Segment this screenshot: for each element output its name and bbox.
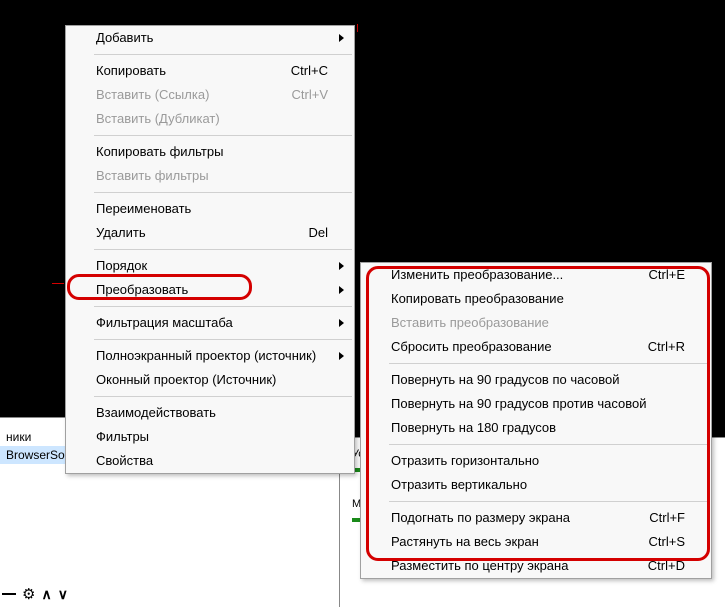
transform-submenu: Изменить преобразование... Ctrl+E Копирова…: [360, 262, 712, 579]
menu-item[interactable]: Копировать Ctrl+C: [66, 59, 354, 83]
menu-item[interactable]: Взаимодействовать: [66, 401, 354, 425]
menu-item-label: Растянуть на весь экран: [391, 533, 539, 551]
menu-item-label: Добавить: [96, 29, 153, 47]
submenu-item[interactable]: Повернуть на 90 градусов против часовой: [361, 392, 711, 416]
menu-item-shortcut: Ctrl+C: [291, 62, 328, 80]
menu-separator: [94, 192, 352, 193]
menu-item-label: Копировать: [96, 62, 166, 80]
menu-item-label: Подогнать по размеру экрана: [391, 509, 570, 527]
menu-item-label: Изменить преобразование...: [391, 266, 563, 284]
submenu-item[interactable]: Сбросить преобразование Ctrl+R: [361, 335, 711, 359]
menu-separator: [94, 339, 352, 340]
menu-item-label: Сбросить преобразование: [391, 338, 552, 356]
annotation-tick: [52, 283, 64, 284]
menu-item[interactable]: Порядок: [66, 254, 354, 278]
menu-item-shortcut: Ctrl+S: [649, 533, 685, 551]
sources-toolbar: [2, 585, 68, 603]
menu-item[interactable]: Вставить (Ссылка) Ctrl+V: [66, 83, 354, 107]
menu-item-shortcut: Ctrl+D: [648, 557, 685, 575]
menu-item-label: Повернуть на 180 градусов: [391, 419, 556, 437]
submenu-item[interactable]: Повернуть на 180 градусов: [361, 416, 711, 440]
menu-item-shortcut: Ctrl+E: [649, 266, 685, 284]
menu-item-label: Разместить по центру экрана: [391, 557, 568, 575]
menu-separator: [389, 501, 709, 502]
submenu-item[interactable]: Разместить по центру экрана Ctrl+D: [361, 554, 711, 578]
menu-item[interactable]: Свойства: [66, 449, 354, 473]
submenu-item[interactable]: Растянуть на весь экран Ctrl+S: [361, 530, 711, 554]
menu-separator: [389, 444, 709, 445]
menu-item-label: Копировать фильтры: [96, 143, 223, 161]
menu-item[interactable]: Вставить фильтры: [66, 164, 354, 188]
menu-item-label: Повернуть на 90 градусов против часовой: [391, 395, 647, 413]
menu-item[interactable]: Преобразовать: [66, 278, 354, 302]
menu-item-label: Преобразовать: [96, 281, 188, 299]
menu-item-label: Оконный проектор (Источник): [96, 371, 276, 389]
menu-item-shortcut: Ctrl+R: [648, 338, 685, 356]
context-menu: Добавить Копировать Ctrl+C Вставить (Ссылка…: [65, 25, 355, 474]
menu-item[interactable]: Фильтры: [66, 425, 354, 449]
menu-item[interactable]: Вставить (Дубликат): [66, 107, 354, 131]
menu-separator: [94, 249, 352, 250]
submenu-item[interactable]: Повернуть на 90 градусов по часовой: [361, 368, 711, 392]
submenu-item[interactable]: Копировать преобразование: [361, 287, 711, 311]
menu-item[interactable]: Фильтрация масштаба: [66, 311, 354, 335]
menu-item-label: Повернуть на 90 градусов по часовой: [391, 371, 619, 389]
menu-separator: [94, 396, 352, 397]
menu-item-shortcut: Del: [308, 224, 328, 242]
move-up-button[interactable]: [41, 586, 51, 603]
menu-item-label: Порядок: [96, 257, 147, 275]
menu-item-label: Свойства: [96, 452, 153, 470]
menu-item-label: Копировать преобразование: [391, 290, 564, 308]
gear-icon[interactable]: [22, 585, 35, 603]
menu-item[interactable]: Переименовать: [66, 197, 354, 221]
menu-item-label: Взаимодействовать: [96, 404, 216, 422]
menu-item[interactable]: Копировать фильтры: [66, 140, 354, 164]
menu-item[interactable]: Оконный проектор (Источник): [66, 368, 354, 392]
menu-item-label: Удалить: [96, 224, 146, 242]
remove-button[interactable]: [2, 593, 16, 595]
menu-item[interactable]: Полноэкранный проектор (источник): [66, 344, 354, 368]
menu-item-shortcut: Ctrl+F: [649, 509, 685, 527]
submenu-item[interactable]: Отразить горизонтально: [361, 449, 711, 473]
menu-separator: [94, 135, 352, 136]
menu-item-label: Полноэкранный проектор (источник): [96, 347, 316, 365]
submenu-item[interactable]: Отразить вертикально: [361, 473, 711, 497]
menu-item[interactable]: Добавить: [66, 26, 354, 50]
menu-separator: [389, 363, 709, 364]
menu-item-label: Вставить преобразование: [391, 314, 549, 332]
menu-item-label: Вставить (Дубликат): [96, 110, 220, 128]
menu-item-label: Отразить вертикально: [391, 476, 527, 494]
menu-separator: [94, 54, 352, 55]
submenu-item[interactable]: Изменить преобразование... Ctrl+E: [361, 263, 711, 287]
submenu-item[interactable]: Вставить преобразование: [361, 311, 711, 335]
menu-item-label: Вставить (Ссылка): [96, 86, 209, 104]
move-down-button[interactable]: [58, 586, 68, 603]
menu-item[interactable]: Удалить Del: [66, 221, 354, 245]
submenu-item[interactable]: Подогнать по размеру экрана Ctrl+F: [361, 506, 711, 530]
menu-item-label: Переименовать: [96, 200, 191, 218]
menu-item-label: Фильтры: [96, 428, 149, 446]
menu-item-label: Фильтрация масштаба: [96, 314, 233, 332]
menu-item-label: Отразить горизонтально: [391, 452, 539, 470]
annotation-tick: [357, 24, 358, 32]
menu-item-shortcut: Ctrl+V: [292, 86, 328, 104]
menu-separator: [94, 306, 352, 307]
menu-item-label: Вставить фильтры: [96, 167, 209, 185]
